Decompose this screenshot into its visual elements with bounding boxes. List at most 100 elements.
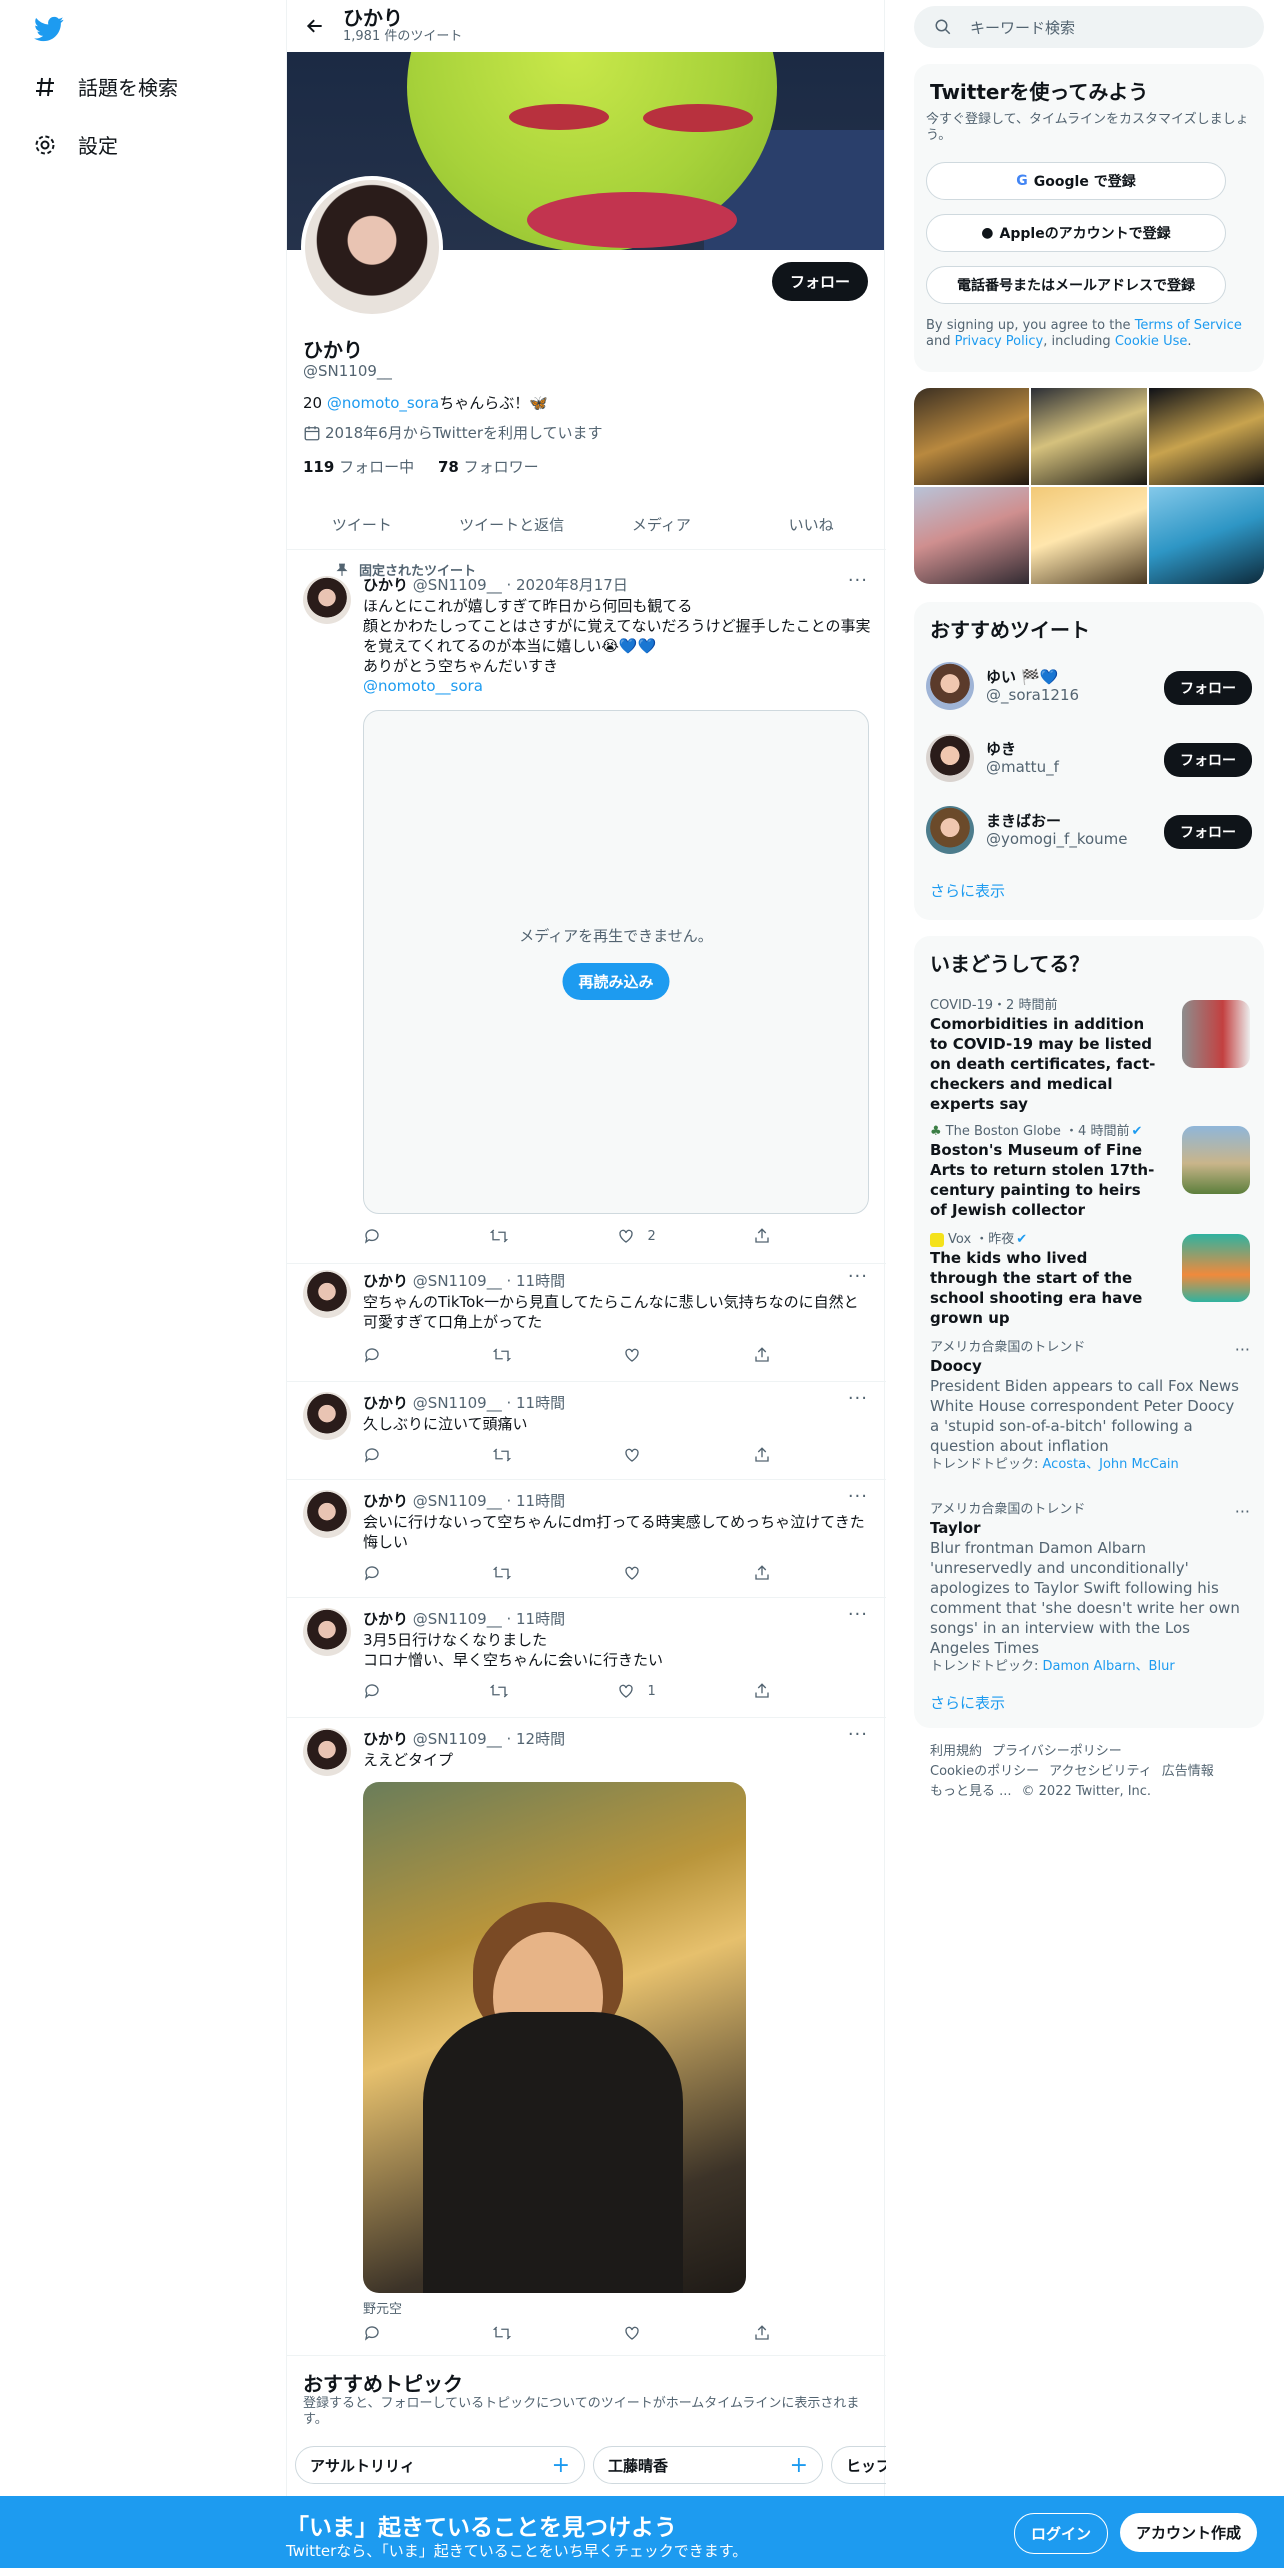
trend-item[interactable]: COVID-19・2 時間前 Comorbidities in addition…: [930, 998, 1250, 1114]
tweet-more-icon[interactable]: ···: [848, 570, 868, 591]
media-thumb[interactable]: [1148, 487, 1264, 584]
media-thumb[interactable]: [1148, 388, 1264, 485]
reply-button[interactable]: [363, 2324, 393, 2342]
privacy-link[interactable]: Privacy Policy: [955, 334, 1044, 349]
related-links[interactable]: Acosta、John McCain: [1043, 1457, 1179, 1472]
trend-item[interactable]: ··· アメリカ合衆国のトレンド Taylor Blur frontman Da…: [930, 1502, 1250, 1676]
phone-email-signup-button[interactable]: 電話番号またはメールアドレスで登録: [926, 266, 1226, 304]
reply-button[interactable]: [363, 1446, 393, 1464]
more-icon[interactable]: ···: [1235, 1502, 1250, 1521]
tweet-item[interactable]: 固定されたツイート ひかり @SN1109__ · 2020年8月17日 ···…: [287, 550, 886, 1264]
reply-button[interactable]: [363, 1564, 393, 1582]
tweet-more-icon[interactable]: ···: [848, 1486, 868, 1507]
tweet-author[interactable]: ひかり: [363, 576, 408, 594]
topic-chip[interactable]: アサルトリリィ +: [295, 2446, 585, 2484]
tab-likes[interactable]: いいね: [736, 500, 886, 549]
footer-more[interactable]: もっと見る ...: [930, 1784, 1012, 1799]
tweet-avatar[interactable]: [303, 1270, 351, 1318]
like-button[interactable]: [623, 1346, 653, 1364]
retweet-button[interactable]: [493, 2324, 523, 2342]
terms-link[interactable]: Terms of Service: [1135, 318, 1242, 333]
topic-chip[interactable]: 工藤晴香 +: [593, 2446, 823, 2484]
share-button[interactable]: [753, 1682, 783, 1700]
tweet-more-icon[interactable]: ···: [848, 1266, 868, 1287]
share-button[interactable]: [753, 2324, 783, 2342]
trend-item[interactable]: ··· アメリカ合衆国のトレンド Doocy President Biden a…: [930, 1340, 1250, 1474]
media-thumb[interactable]: [1031, 388, 1147, 485]
like-button[interactable]: [623, 1446, 653, 1464]
login-button[interactable]: ログイン: [1014, 2513, 1109, 2554]
following-link[interactable]: 119 フォロー中: [303, 458, 414, 476]
footer-ads[interactable]: 広告情報: [1162, 1764, 1214, 1779]
share-button[interactable]: [753, 1346, 783, 1364]
footer-accessibility[interactable]: アクセシビリティ: [1049, 1764, 1152, 1779]
tweet-avatar[interactable]: [303, 1608, 351, 1656]
follow-button[interactable]: フォロー: [1164, 671, 1252, 705]
apple-signup-button[interactable]: ● Appleのアカウントで登録: [926, 214, 1226, 252]
media-thumb[interactable]: [1031, 487, 1147, 584]
follow-button[interactable]: フォロー: [771, 262, 868, 301]
follow-button[interactable]: フォロー: [1164, 743, 1252, 777]
tweet-avatar[interactable]: [303, 1728, 351, 1776]
tweet-item[interactable]: ひかり @SN1109__ · 11時間 ··· 会いに行けないって空ちゃんにd…: [287, 1480, 886, 1598]
cookie-link[interactable]: Cookie Use: [1115, 334, 1188, 349]
more-icon[interactable]: ···: [1235, 1340, 1250, 1359]
footer-privacy[interactable]: プライバシーポリシー: [992, 1744, 1122, 1759]
topic-chip[interactable]: ヒップ: [831, 2446, 886, 2484]
tweet-item[interactable]: ひかり @SN1109__ · 11時間 ··· 3月5日行けなくなりました コ…: [287, 1598, 886, 1718]
reply-button[interactable]: [363, 1227, 393, 1245]
recommended-user[interactable]: まきばおー @yomogi_f_koume フォロー: [926, 802, 1252, 858]
like-button[interactable]: [623, 1564, 653, 1582]
retweet-button[interactable]: [493, 1346, 523, 1364]
bio-mention-link[interactable]: @nomoto_sora: [327, 394, 439, 412]
share-button[interactable]: [753, 1564, 783, 1582]
trend-item[interactable]: Vox ・昨夜 ✔ The kids who lived through the…: [930, 1232, 1250, 1328]
tab-media[interactable]: メディア: [587, 500, 737, 549]
footer-cookie[interactable]: Cookieのポリシー: [930, 1764, 1039, 1779]
show-more-link[interactable]: さらに表示: [930, 1692, 1005, 1713]
tweet-avatar[interactable]: [303, 576, 351, 624]
like-button[interactable]: 2: [617, 1227, 656, 1245]
trend-item[interactable]: ♣ The Boston Globe ・4 時間前 ✔ Boston's Mus…: [930, 1124, 1250, 1220]
related-links[interactable]: Damon Albarn、Blur: [1043, 1659, 1175, 1674]
reload-button[interactable]: 再読み込み: [562, 963, 670, 1000]
tweet-author[interactable]: ひかり: [363, 1272, 408, 1290]
retweet-button[interactable]: [493, 1564, 523, 1582]
twitter-logo-icon[interactable]: [32, 14, 66, 44]
recommended-user[interactable]: ゆい 🏁💙 @_sora1216 フォロー: [926, 658, 1252, 714]
media-thumb[interactable]: [914, 487, 1030, 584]
retweet-button[interactable]: [490, 1227, 520, 1245]
tweet-item[interactable]: ひかり @SN1109__ · 12時間 ··· ええどタイプ 野元空: [287, 1718, 886, 2356]
tweet-author[interactable]: ひかり: [363, 1492, 408, 1510]
share-button[interactable]: [753, 1227, 783, 1245]
tweet-photo[interactable]: [363, 1782, 746, 2293]
search-input[interactable]: キーワード検索: [914, 6, 1264, 48]
back-button[interactable]: [287, 16, 343, 36]
signup-button[interactable]: アカウント作成: [1120, 2513, 1258, 2552]
google-signup-button[interactable]: G Google で登録: [926, 162, 1226, 200]
media-thumb[interactable]: [914, 388, 1030, 485]
like-button[interactable]: [623, 2324, 653, 2342]
retweet-button[interactable]: [490, 1682, 520, 1700]
tweet-item[interactable]: ひかり @SN1109__ · 11時間 ··· 空ちゃんのTikTok一から見…: [287, 1264, 886, 1382]
tab-tweets-replies[interactable]: ツイートと返信: [437, 500, 587, 549]
tweet-item[interactable]: ひかり @SN1109__ · 11時間 ··· 久しぶりに泣いて頭痛い: [287, 1382, 886, 1480]
followers-link[interactable]: 78 フォロワー: [438, 458, 539, 476]
retweet-button[interactable]: [493, 1446, 523, 1464]
reply-button[interactable]: [363, 1682, 393, 1700]
tweet-more-icon[interactable]: ···: [848, 1388, 868, 1409]
profile-avatar[interactable]: [301, 176, 443, 318]
tweet-author[interactable]: ひかり: [363, 1610, 408, 1628]
nav-settings[interactable]: 設定: [32, 130, 118, 159]
tweet-more-icon[interactable]: ···: [848, 1604, 868, 1625]
tweet-author[interactable]: ひかり: [363, 1730, 408, 1748]
tweet-avatar[interactable]: [303, 1392, 351, 1440]
tweet-more-icon[interactable]: ···: [848, 1724, 868, 1745]
reply-button[interactable]: [363, 1346, 393, 1364]
recommended-user[interactable]: ゆき @mattu_f フォロー: [926, 730, 1252, 786]
nav-explore[interactable]: 話題を検索: [32, 72, 178, 101]
follow-button[interactable]: フォロー: [1164, 815, 1252, 849]
share-button[interactable]: [753, 1446, 783, 1464]
tweet-author[interactable]: ひかり: [363, 1394, 408, 1412]
footer-terms[interactable]: 利用規約: [930, 1744, 982, 1759]
